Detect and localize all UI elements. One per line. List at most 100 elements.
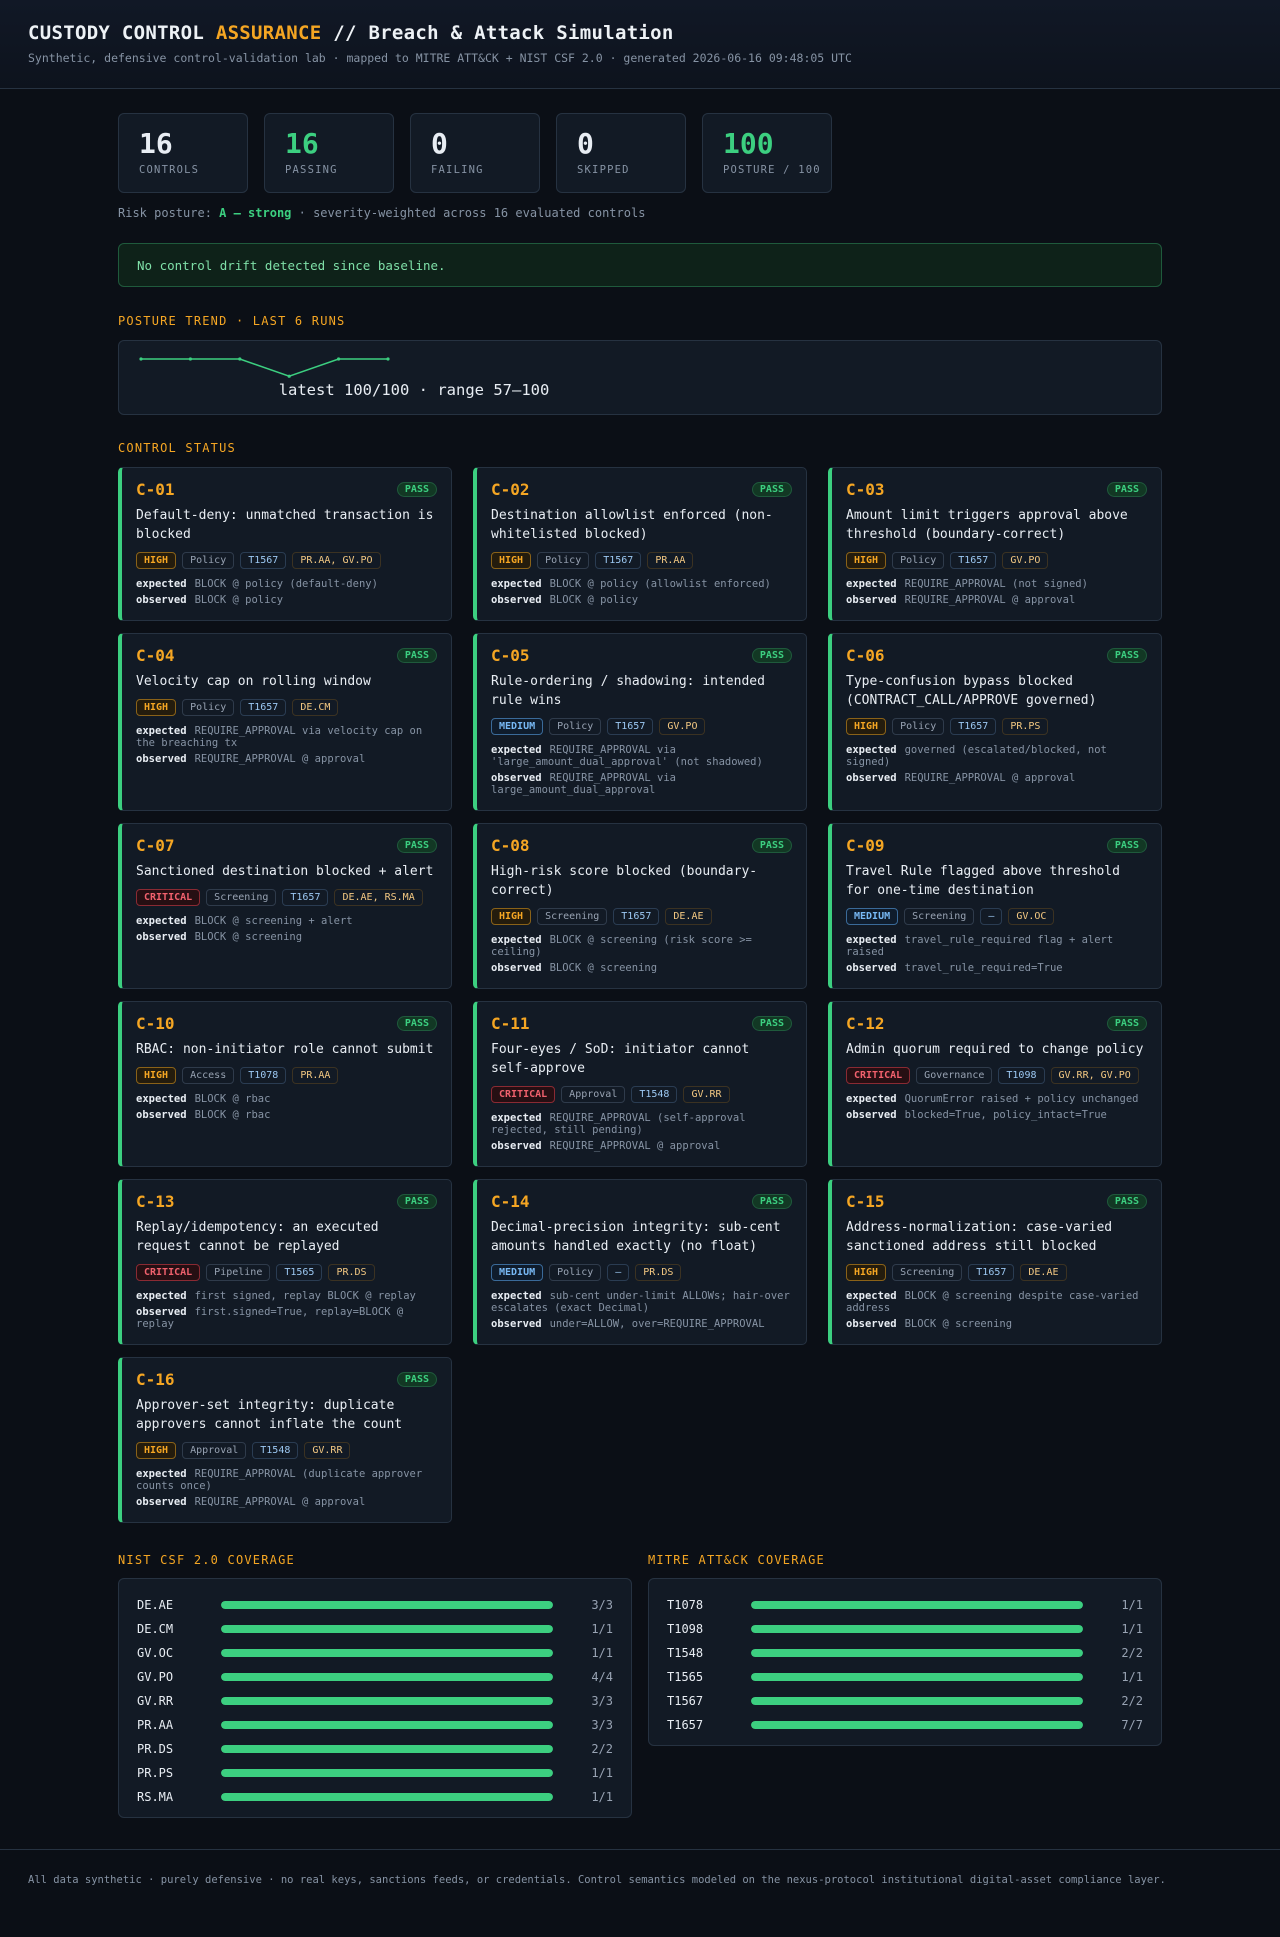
- coverage-value: 1/1: [1121, 1622, 1143, 1636]
- coverage-fill: [221, 1673, 553, 1681]
- control-card[interactable]: C-08 PASS High-risk score blocked (bound…: [473, 823, 807, 989]
- observed-row: observed REQUIRE_APPROVAL via large_amoun…: [491, 772, 677, 796]
- observed-row: observed first.signed=True, replay=BLOCK …: [136, 1306, 404, 1330]
- observed-value: travel_rule_required=True: [904, 962, 1063, 974]
- severity-tag: MEDIUM: [491, 1264, 544, 1281]
- status-badge: PASS: [396, 648, 437, 663]
- coverage-row: T1098 1/1: [667, 1617, 1143, 1641]
- control-card[interactable]: C-10 PASS RBAC: non-initiator role canno…: [118, 1001, 452, 1167]
- observed-value: REQUIRE_APPROVAL @ approval: [904, 594, 1076, 606]
- coverage-key: RS.MA: [137, 1790, 174, 1804]
- technique-tag: —: [980, 908, 1003, 925]
- category-tag: Policy: [549, 1264, 602, 1281]
- severity-tag: HIGH: [846, 552, 887, 569]
- category-tag: Policy: [892, 718, 945, 735]
- observed-value: REQUIRE_APPROVAL @ approval: [549, 1140, 721, 1152]
- control-title: Decimal-precision integrity: sub-cent am…: [491, 1220, 781, 1254]
- control-title: Replay/idempotency: an executed request …: [136, 1220, 379, 1254]
- observed-row: observed REQUIRE_APPROVAL @ approval: [846, 772, 1076, 784]
- nist-tag: GV.PO: [659, 718, 706, 735]
- expected-row: expected BLOCK @ rbac: [136, 1093, 271, 1105]
- trend-point: [337, 357, 341, 361]
- coverage-key: GV.RR: [137, 1694, 174, 1708]
- observed-value: REQUIRE_APPROVAL @ approval: [904, 772, 1076, 784]
- main-content: 16 CONTROLS 16 PASSING 0 FAILING 0 SKIPPED 1…: [0, 0, 1280, 1937]
- control-title: Destination allowlist enforced (non-whit…: [491, 508, 773, 542]
- nist-tag: PR.DS: [328, 1264, 375, 1281]
- coverage-bar: [221, 1721, 553, 1729]
- observed-row: observed BLOCK @ screening: [136, 931, 303, 943]
- nist-tag: PR.AA, GV.PO: [292, 552, 381, 569]
- severity-tag: HIGH: [136, 699, 177, 716]
- severity-tag: CRITICAL: [491, 1086, 556, 1103]
- expected-row: expected REQUIRE_APPROVAL (duplicate appr…: [136, 1468, 423, 1492]
- expected-row: expected REQUIRE_APPROVAL (not signed): [846, 578, 1088, 590]
- technique-tag: T1657: [613, 908, 660, 925]
- stat-value: 100: [723, 127, 774, 160]
- control-id: C-03: [846, 480, 885, 499]
- control-card[interactable]: C-06 PASS Type-confusion bypass blocked …: [828, 633, 1162, 811]
- severity-tag: HIGH: [136, 1067, 177, 1084]
- severity-tag: CRITICAL: [846, 1067, 911, 1084]
- nist-coverage-panel: DE.AE 3/3 DE.CM 1/1 GV.OC 1/1 GV.PO 4/4 GV.R…: [118, 1578, 632, 1818]
- control-card[interactable]: C-11 PASS Four-eyes / SoD: initiator can…: [473, 1001, 807, 1167]
- control-card[interactable]: C-04 PASS Velocity cap on rolling window…: [118, 633, 452, 811]
- coverage-value: 1/1: [591, 1622, 613, 1636]
- coverage-key: T1565: [667, 1670, 704, 1684]
- expected-row: expected BLOCK @ policy (default-deny): [136, 578, 378, 590]
- observed-row: observed BLOCK @ rbac: [136, 1109, 271, 1121]
- control-title: Admin quorum required to change policy: [846, 1042, 1144, 1057]
- control-title: Default-deny: unmatched transaction is b…: [136, 508, 434, 542]
- stat-card: 0 FAILING: [410, 113, 540, 193]
- control-card[interactable]: C-07 PASS Sanctioned destination blocked…: [118, 823, 452, 989]
- category-tag: Policy: [892, 552, 945, 569]
- coverage-key: DE.AE: [137, 1598, 174, 1612]
- coverage-key: T1657: [667, 1718, 704, 1732]
- observed-value: under=ALLOW, over=REQUIRE_APPROVAL: [549, 1318, 765, 1330]
- status-badge: PASS: [396, 482, 437, 497]
- coverage-fill: [751, 1673, 1083, 1681]
- coverage-key: T1548: [667, 1646, 704, 1660]
- severity-tag: HIGH: [136, 552, 177, 569]
- observed-row: observed travel_rule_required=True: [846, 962, 1063, 974]
- status-badge: PASS: [396, 1372, 437, 1387]
- category-tag: Governance: [916, 1067, 993, 1084]
- category-tag: Screening: [904, 908, 975, 925]
- control-id: C-15: [846, 1192, 885, 1211]
- stat-card: 16 CONTROLS: [118, 113, 248, 193]
- observed-value: BLOCK @ policy: [549, 594, 639, 606]
- coverage-row: GV.RR 3/3: [137, 1689, 613, 1713]
- control-card[interactable]: C-14 PASS Decimal-precision integrity: s…: [473, 1179, 807, 1345]
- technique-tag: T1567: [595, 552, 642, 569]
- coverage-key: PR.DS: [137, 1742, 174, 1756]
- category-tag: Policy: [182, 699, 235, 716]
- control-card[interactable]: C-09 PASS Travel Rule flagged above thre…: [828, 823, 1162, 989]
- control-card[interactable]: C-03 PASS Amount limit triggers approval…: [828, 467, 1162, 621]
- coverage-bar: [751, 1649, 1083, 1657]
- observed-row: observed BLOCK @ policy: [136, 594, 284, 606]
- control-id: C-02: [491, 480, 530, 499]
- coverage-row: GV.OC 1/1: [137, 1641, 613, 1665]
- technique-tag: T1565: [276, 1264, 323, 1281]
- control-card[interactable]: C-16 PASS Approver-set integrity: duplic…: [118, 1357, 452, 1523]
- coverage-key: T1098: [667, 1622, 704, 1636]
- control-card[interactable]: C-13 PASS Replay/idempotency: an execute…: [118, 1179, 452, 1345]
- risk-grade: A — strong: [219, 206, 292, 220]
- coverage-bar: [221, 1601, 553, 1609]
- observed-row: observed BLOCK @ screening: [846, 1318, 1013, 1330]
- expected-row: expected REQUIRE_APPROVAL via 'large_amou…: [491, 744, 763, 768]
- coverage-bar: [751, 1721, 1083, 1729]
- control-card[interactable]: C-02 PASS Destination allowlist enforced…: [473, 467, 807, 621]
- severity-tag: CRITICAL: [136, 1264, 201, 1281]
- observed-row: observed BLOCK @ policy: [491, 594, 639, 606]
- control-card[interactable]: C-12 PASS Admin quorum required to chang…: [828, 1001, 1162, 1167]
- nist-tag: PR.AA: [647, 552, 694, 569]
- coverage-value: 3/3: [591, 1694, 613, 1708]
- control-card[interactable]: C-15 PASS Address-normalization: case-va…: [828, 1179, 1162, 1345]
- control-card[interactable]: C-05 PASS Rule-ordering / shadowing: int…: [473, 633, 807, 811]
- control-card[interactable]: C-01 PASS Default-deny: unmatched transa…: [118, 467, 452, 621]
- expected-value: BLOCK @ rbac: [194, 1093, 271, 1105]
- category-tag: Screening: [537, 908, 608, 925]
- expected-row: expected REQUIRE_APPROVAL (self-approval …: [491, 1112, 746, 1136]
- status-badge: PASS: [751, 1016, 792, 1031]
